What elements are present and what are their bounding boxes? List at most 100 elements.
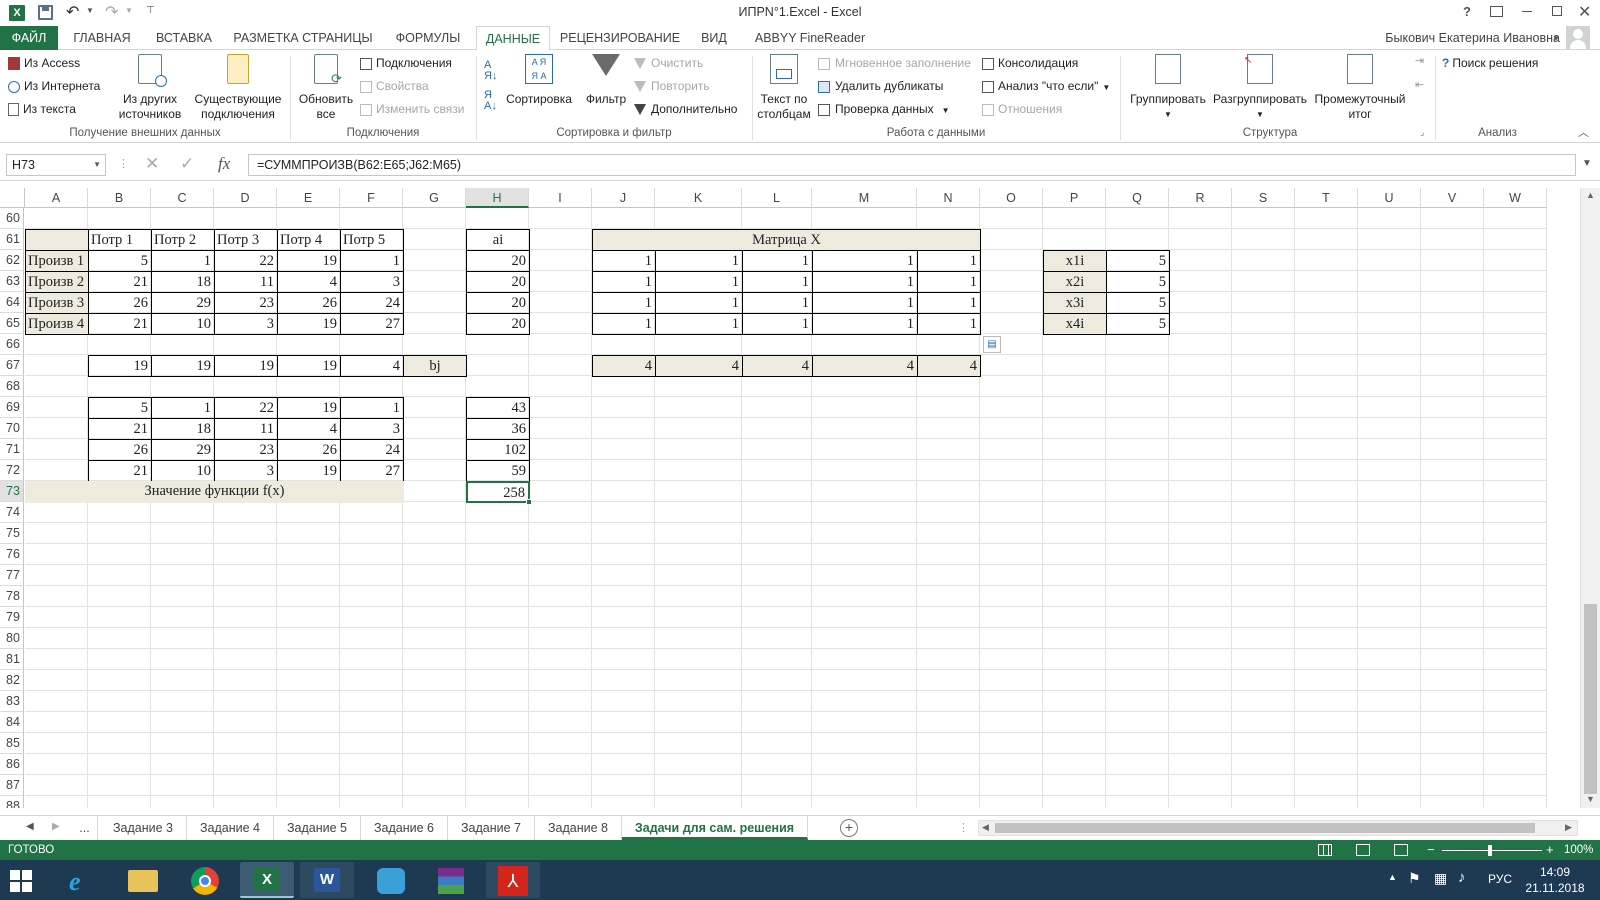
page-break-view-icon[interactable] xyxy=(1394,844,1408,856)
restore-icon[interactable] xyxy=(1552,6,1562,16)
x-label-cell[interactable]: x1i xyxy=(1043,250,1107,272)
row-header-61[interactable]: 61 xyxy=(0,229,24,250)
text-to-columns-button[interactable]: Текст по столбцам xyxy=(756,54,812,122)
scroll-left-icon[interactable]: ◀ xyxy=(982,822,989,833)
row-header-75[interactable]: 75 xyxy=(0,523,24,544)
column-header-o[interactable]: O xyxy=(980,188,1043,208)
row-header-66[interactable]: 66 xyxy=(0,334,24,355)
cost-cell[interactable]: 4 xyxy=(277,271,341,293)
user-name[interactable]: Быкович Екатерина Ивановна xyxy=(1370,26,1560,50)
network-icon[interactable]: ▦ xyxy=(1434,870,1447,887)
x-label-cell[interactable]: x4i xyxy=(1043,313,1107,335)
winrar-icon[interactable] xyxy=(424,862,478,898)
tray-flag-icon[interactable]: ⚑ xyxy=(1408,870,1421,887)
row-header-79[interactable]: 79 xyxy=(0,607,24,628)
solver-button[interactable]: ? Поиск решения xyxy=(1442,56,1538,70)
row-header-76[interactable]: 76 xyxy=(0,544,24,565)
column-header-r[interactable]: R xyxy=(1169,188,1232,208)
tab-view[interactable]: ВИД xyxy=(696,26,732,50)
producer-label-cell[interactable]: Произв 2 xyxy=(25,271,89,293)
ai-cell[interactable]: 20 xyxy=(466,271,530,293)
confirm-edit-icon[interactable]: ✓ xyxy=(180,154,194,174)
bj-cell[interactable]: 4 xyxy=(340,355,404,377)
matrix-title-cell[interactable]: Матрица X xyxy=(592,229,981,251)
column-header-k[interactable]: K xyxy=(655,188,742,208)
user-dropdown-icon[interactable]: ▼ xyxy=(1552,34,1560,43)
tab-file[interactable]: ФАЙЛ xyxy=(0,26,58,50)
row-header-87[interactable]: 87 xyxy=(0,775,24,796)
function-value-cell[interactable]: 258 xyxy=(466,481,530,503)
save-icon[interactable] xyxy=(38,5,53,20)
sheet-tab-3[interactable]: Задание 3 xyxy=(100,816,187,840)
matrix-x-cell[interactable]: 1 xyxy=(592,292,656,314)
matrix-x-cell[interactable]: 1 xyxy=(812,292,918,314)
scroll-right-icon[interactable]: ▶ xyxy=(1565,822,1572,833)
row-header-67[interactable]: 67 xyxy=(0,355,24,376)
consumer-header-cell[interactable]: Потр 3 xyxy=(214,229,278,251)
vertical-scrollbar[interactable]: ▲ ▼ xyxy=(1580,188,1600,808)
cost-cell[interactable]: 26 xyxy=(277,292,341,314)
sort-za-icon[interactable]: Я A↓ xyxy=(484,90,497,112)
row-header-78[interactable]: 78 xyxy=(0,586,24,607)
function-label-cell[interactable]: Значение функции f(x) xyxy=(25,481,404,503)
row-header-63[interactable]: 63 xyxy=(0,271,24,292)
product-cell[interactable]: 1 xyxy=(340,397,404,419)
page-layout-view-icon[interactable] xyxy=(1356,844,1370,856)
column-header-n[interactable]: N xyxy=(917,188,980,208)
select-all-corner[interactable] xyxy=(0,188,25,208)
row-total-cell[interactable]: 59 xyxy=(466,460,530,482)
cost-cell[interactable]: 3 xyxy=(340,271,404,293)
column-header-t[interactable]: T xyxy=(1295,188,1358,208)
product-cell[interactable]: 27 xyxy=(340,460,404,482)
excel-taskbar-icon[interactable]: X xyxy=(240,862,294,898)
consumer-header-cell[interactable]: Потр 1 xyxy=(88,229,152,251)
group-button[interactable]: Группировать ▼ xyxy=(1126,54,1210,122)
relationships-button[interactable]: Отношения xyxy=(982,102,1062,116)
customize-qat-icon[interactable]: ⊤ xyxy=(146,5,155,16)
row-header-86[interactable]: 86 xyxy=(0,754,24,775)
product-cell[interactable]: 4 xyxy=(277,418,341,440)
file-explorer-icon[interactable] xyxy=(116,862,170,898)
undo-dropdown-icon[interactable]: ▼ xyxy=(86,6,94,15)
chrome-icon[interactable] xyxy=(178,862,232,898)
row-header-70[interactable]: 70 xyxy=(0,418,24,439)
cost-cell[interactable]: 5 xyxy=(88,250,152,272)
matrix-x-cell[interactable]: 1 xyxy=(917,250,981,272)
ai-header-cell[interactable]: ai xyxy=(466,229,530,251)
matrix-x-cell[interactable]: 1 xyxy=(812,271,918,293)
expand-formula-bar-icon[interactable]: ▼ xyxy=(1582,158,1592,169)
cost-cell[interactable]: 1 xyxy=(151,250,215,272)
row-header-88[interactable]: 88 xyxy=(0,796,24,808)
matrix-x-cell[interactable]: 1 xyxy=(592,313,656,335)
column-header-d[interactable]: D xyxy=(214,188,277,208)
matrix-x-cell[interactable]: 1 xyxy=(742,313,813,335)
column-header-h[interactable]: H xyxy=(466,188,529,208)
from-access-button[interactable]: Из Access xyxy=(8,56,80,71)
flash-fill-button[interactable]: Мгновенное заполнение xyxy=(818,56,971,70)
properties-button[interactable]: Свойства xyxy=(360,79,429,93)
word-icon[interactable]: W xyxy=(300,862,354,898)
matrix-column-sum-cell[interactable]: 4 xyxy=(742,355,813,377)
column-header-c[interactable]: C xyxy=(151,188,214,208)
tab-abbyy[interactable]: ABBYY FineReader 12 xyxy=(748,26,872,69)
zoom-level[interactable]: 100% xyxy=(1564,840,1593,860)
producer-label-cell[interactable]: Произв 4 xyxy=(25,313,89,335)
row-header-71[interactable]: 71 xyxy=(0,439,24,460)
hide-detail-icon[interactable]: ⇤ xyxy=(1415,78,1424,91)
matrix-x-cell[interactable]: 1 xyxy=(812,313,918,335)
column-header-q[interactable]: Q xyxy=(1106,188,1169,208)
row-header-72[interactable]: 72 xyxy=(0,460,24,481)
tab-home[interactable]: ГЛАВНАЯ xyxy=(66,26,138,50)
sheet-tab-7[interactable]: Задание 7 xyxy=(448,816,535,840)
zoom-slider[interactable] xyxy=(1442,845,1542,856)
normal-view-icon[interactable] xyxy=(1318,844,1332,856)
cost-cell[interactable]: 10 xyxy=(151,313,215,335)
sheet-tab-8[interactable]: Задание 8 xyxy=(535,816,622,840)
cost-cell[interactable]: 22 xyxy=(214,250,278,272)
cost-cell[interactable]: 23 xyxy=(214,292,278,314)
product-cell[interactable]: 19 xyxy=(277,397,341,419)
ai-cell[interactable]: 20 xyxy=(466,250,530,272)
tab-splitter-icon[interactable]: ⋮ xyxy=(958,821,969,834)
app-icon[interactable] xyxy=(364,862,418,898)
column-header-v[interactable]: V xyxy=(1421,188,1484,208)
